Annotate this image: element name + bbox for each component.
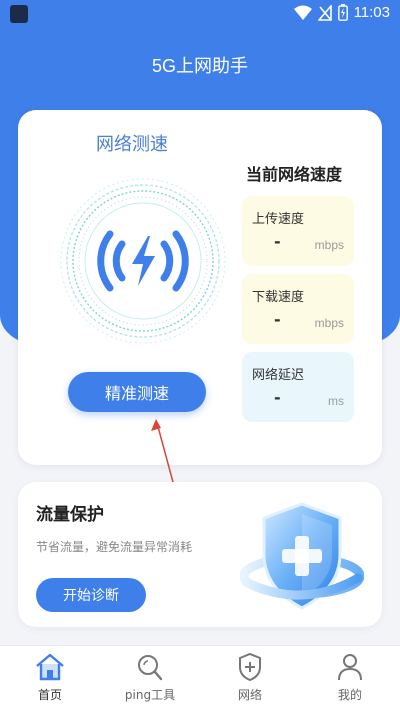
shield-illustration [240, 502, 364, 610]
download-speed-unit: mbps [314, 316, 344, 330]
nav-label-mine: 我的 [337, 688, 362, 702]
shield-plus-icon [239, 652, 261, 682]
nav-label-home: 首页 [37, 688, 62, 702]
nav-label-network: 网络 [237, 688, 262, 702]
latency-value: - [274, 388, 281, 407]
upload-speed-panel: 上传速度 - mbps [242, 196, 354, 266]
speed-test-heading: 网络测速 [96, 134, 168, 155]
upload-speed-unit: mbps [314, 238, 344, 252]
wifi-icon [293, 5, 312, 20]
nav-item-home[interactable]: 首页 [0, 646, 100, 710]
battery-icon [337, 4, 348, 21]
latency-unit: ms [328, 394, 344, 408]
latency-panel: 网络延迟 - ms [242, 352, 354, 422]
nav-item-mine[interactable]: 我的 [300, 646, 400, 710]
upload-speed-value: - [274, 232, 281, 251]
precise-speed-test-button[interactable]: 精准测速 [68, 372, 206, 412]
ping-search-icon [138, 655, 163, 681]
no-signal-icon [317, 4, 332, 21]
download-speed-panel: 下载速度 - mbps [242, 274, 354, 344]
user-icon [338, 654, 362, 681]
latency-label: 网络延迟 [252, 368, 305, 383]
speed-gauge-rings [60, 178, 226, 344]
upload-speed-label: 上传速度 [252, 212, 305, 227]
nav-item-ping[interactable]: ping工具 [100, 646, 200, 710]
nav-label-ping: ping工具 [124, 688, 176, 702]
download-speed-value: - [274, 310, 281, 329]
download-speed-label: 下载速度 [252, 290, 305, 305]
status-bar: 11:03 [0, 0, 400, 28]
clock: 11:03 [353, 4, 390, 21]
app-title: 5G上网助手 [151, 56, 248, 76]
speed-test-card: 网络测速 精准测速 当前网络速度 上传速度 - mbps 下载速度 - mbps… [18, 110, 382, 465]
protection-title: 流量保护 [36, 505, 104, 525]
traffic-protection-card: 流量保护 节省流量，避免流量异常消耗 开始诊断 [18, 482, 382, 627]
home-icon [36, 653, 64, 681]
notification-icon [10, 5, 28, 23]
protection-subtitle: 节省流量，避免流量异常消耗 [36, 540, 193, 554]
current-speed-heading: 当前网络速度 [246, 165, 343, 184]
bottom-navigation: 首页 ping工具 网络 我的 [0, 645, 400, 710]
lightning-signal-icon [97, 230, 189, 292]
start-diagnosis-button[interactable]: 开始诊断 [36, 578, 146, 612]
nav-item-network[interactable]: 网络 [200, 646, 300, 710]
